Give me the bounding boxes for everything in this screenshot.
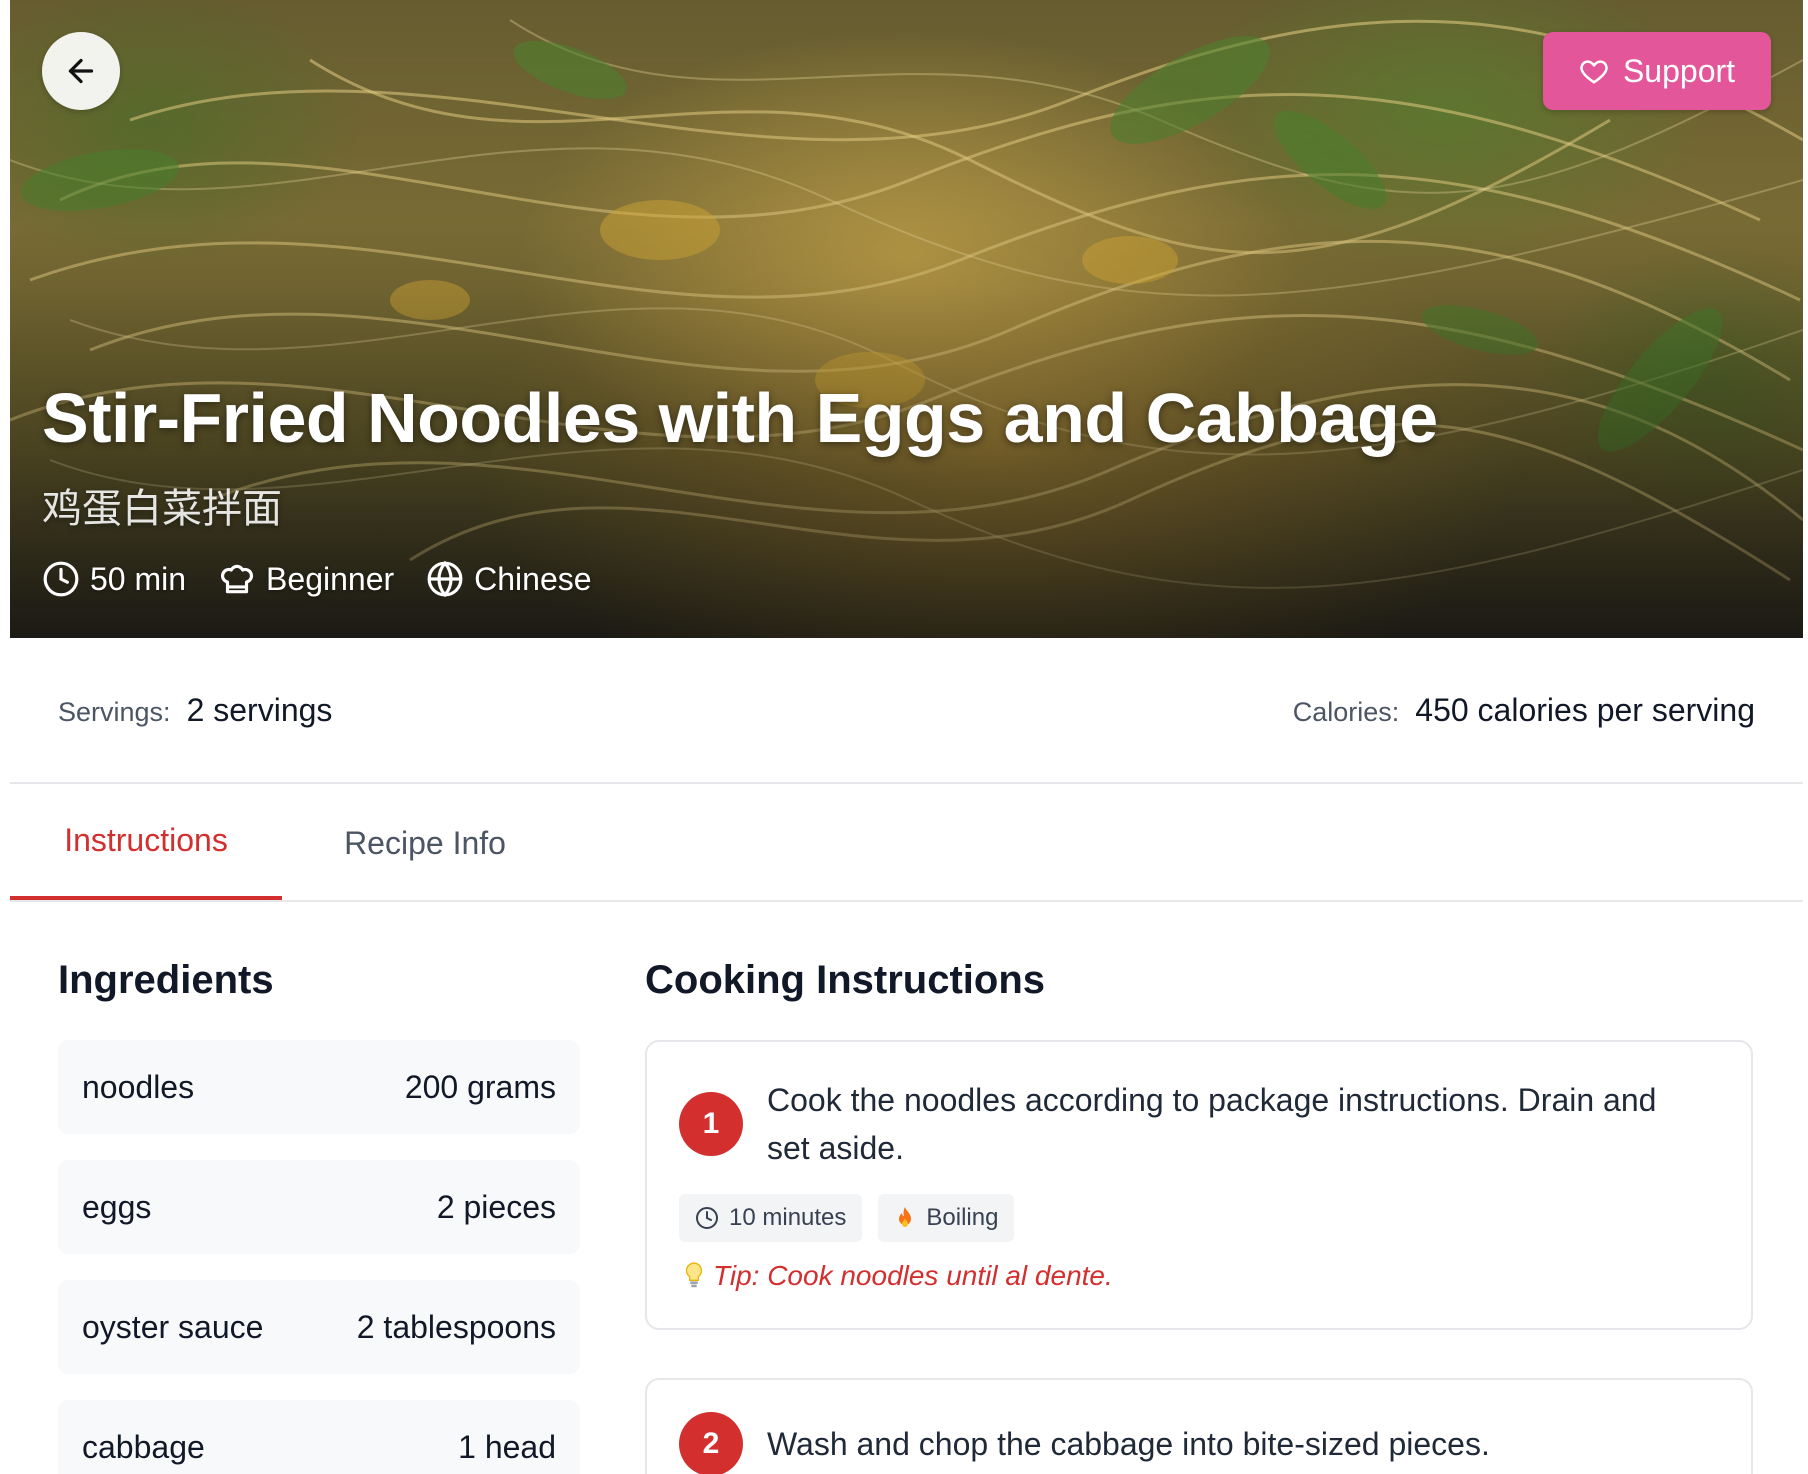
tab-instructions[interactable]: Instructions [10, 784, 282, 900]
step-number-badge: 2 [679, 1412, 743, 1474]
recipe-tabs: Instructions Recipe Info [10, 784, 1803, 902]
meta-time-label: 50 min [90, 560, 187, 597]
servings-label: Servings: [58, 696, 171, 727]
ingredient-name: noodles [82, 1068, 195, 1105]
step-method-label: Boiling [926, 1204, 999, 1231]
ingredient-item: noodles 200 grams [58, 1040, 580, 1134]
ingredient-name: oyster sauce [82, 1308, 264, 1345]
step-time-badge: 10 minutes [679, 1194, 863, 1242]
step-text: Cook the noodles according to package in… [767, 1082, 1657, 1166]
hero-overlay [10, 0, 1803, 638]
meta-cuisine-label: Chinese [474, 560, 592, 597]
step-tip: Tip: Cook noodles until al dente. [683, 1260, 1113, 1292]
heart-icon [1580, 60, 1608, 84]
calories-stat: Calories: 450 calories per serving [1293, 692, 1755, 729]
clock-icon [696, 1207, 718, 1229]
ingredient-item: oyster sauce 2 tablespoons [58, 1280, 580, 1374]
arrow-left-icon [68, 58, 94, 84]
recipe-page: Support Stir-Fried Noodles with Eggs and… [10, 0, 1803, 1474]
ingredient-item: cabbage 1 head [58, 1400, 580, 1474]
meta-time: 50 min [42, 560, 186, 598]
lightbulb-icon [685, 1262, 703, 1288]
support-label: Support [1622, 52, 1736, 89]
ingredient-name: eggs [82, 1188, 152, 1225]
hero-banner: Support Stir-Fried Noodles with Eggs and… [10, 0, 1803, 638]
ingredients-list: noodles 200 grams eggs 2 pieces oyster s… [58, 1040, 580, 1474]
ingredient-name: cabbage [82, 1428, 205, 1465]
calories-label: Calories: [1292, 696, 1400, 727]
recipe-meta: 50 min Beginner Chinese [42, 560, 592, 598]
instruction-step: 1 Cook the noodles according to package … [645, 1040, 1753, 1330]
ingredient-amount: 2 tablespoons [356, 1308, 556, 1345]
meta-difficulty-label: Beginner [266, 560, 395, 597]
calories-value: 450 calories per serving [1415, 691, 1755, 728]
recipe-stats-bar: Servings: 2 servings Calories: 450 calor… [10, 638, 1803, 784]
clock-icon [43, 561, 79, 597]
step-text: Wash and chop the cabbage into bite-size… [767, 1426, 1490, 1462]
step-badges: 10 minutes Boiling [679, 1194, 1015, 1242]
fire-icon [899, 1207, 912, 1227]
servings-stat: Servings: 2 servings [58, 692, 332, 729]
ingredient-amount: 2 pieces [436, 1188, 556, 1225]
meta-difficulty: Beginner [218, 560, 394, 598]
instruction-step: 2 Wash and chop the cabbage into bite-si… [645, 1378, 1753, 1474]
ingredients-heading: Ingredients [58, 958, 274, 1002]
step-tip-text: Tip: Cook noodles until al dente. [713, 1260, 1113, 1291]
ingredient-item: eggs 2 pieces [58, 1160, 580, 1254]
recipe-title: Stir-Fried Noodles with Eggs and Cabbage [42, 379, 1438, 457]
support-button[interactable]: Support [1543, 32, 1771, 110]
step-number-badge: 1 [679, 1092, 743, 1156]
ingredient-amount: 200 grams [404, 1068, 556, 1105]
meta-cuisine: Chinese [426, 560, 592, 598]
globe-icon [427, 560, 463, 598]
recipe-subtitle-chinese: 鸡蛋白菜拌面 [42, 487, 282, 531]
step-method-badge: Boiling [878, 1194, 1015, 1242]
ingredient-amount: 1 head [458, 1428, 556, 1465]
instructions-heading: Cooking Instructions [645, 958, 1045, 1002]
tab-recipe-info[interactable]: Recipe Info [300, 784, 550, 902]
back-button[interactable] [42, 32, 120, 110]
chef-hat-icon [221, 564, 254, 594]
step-time-label: 10 minutes [729, 1204, 847, 1231]
servings-value: 2 servings [186, 691, 333, 728]
